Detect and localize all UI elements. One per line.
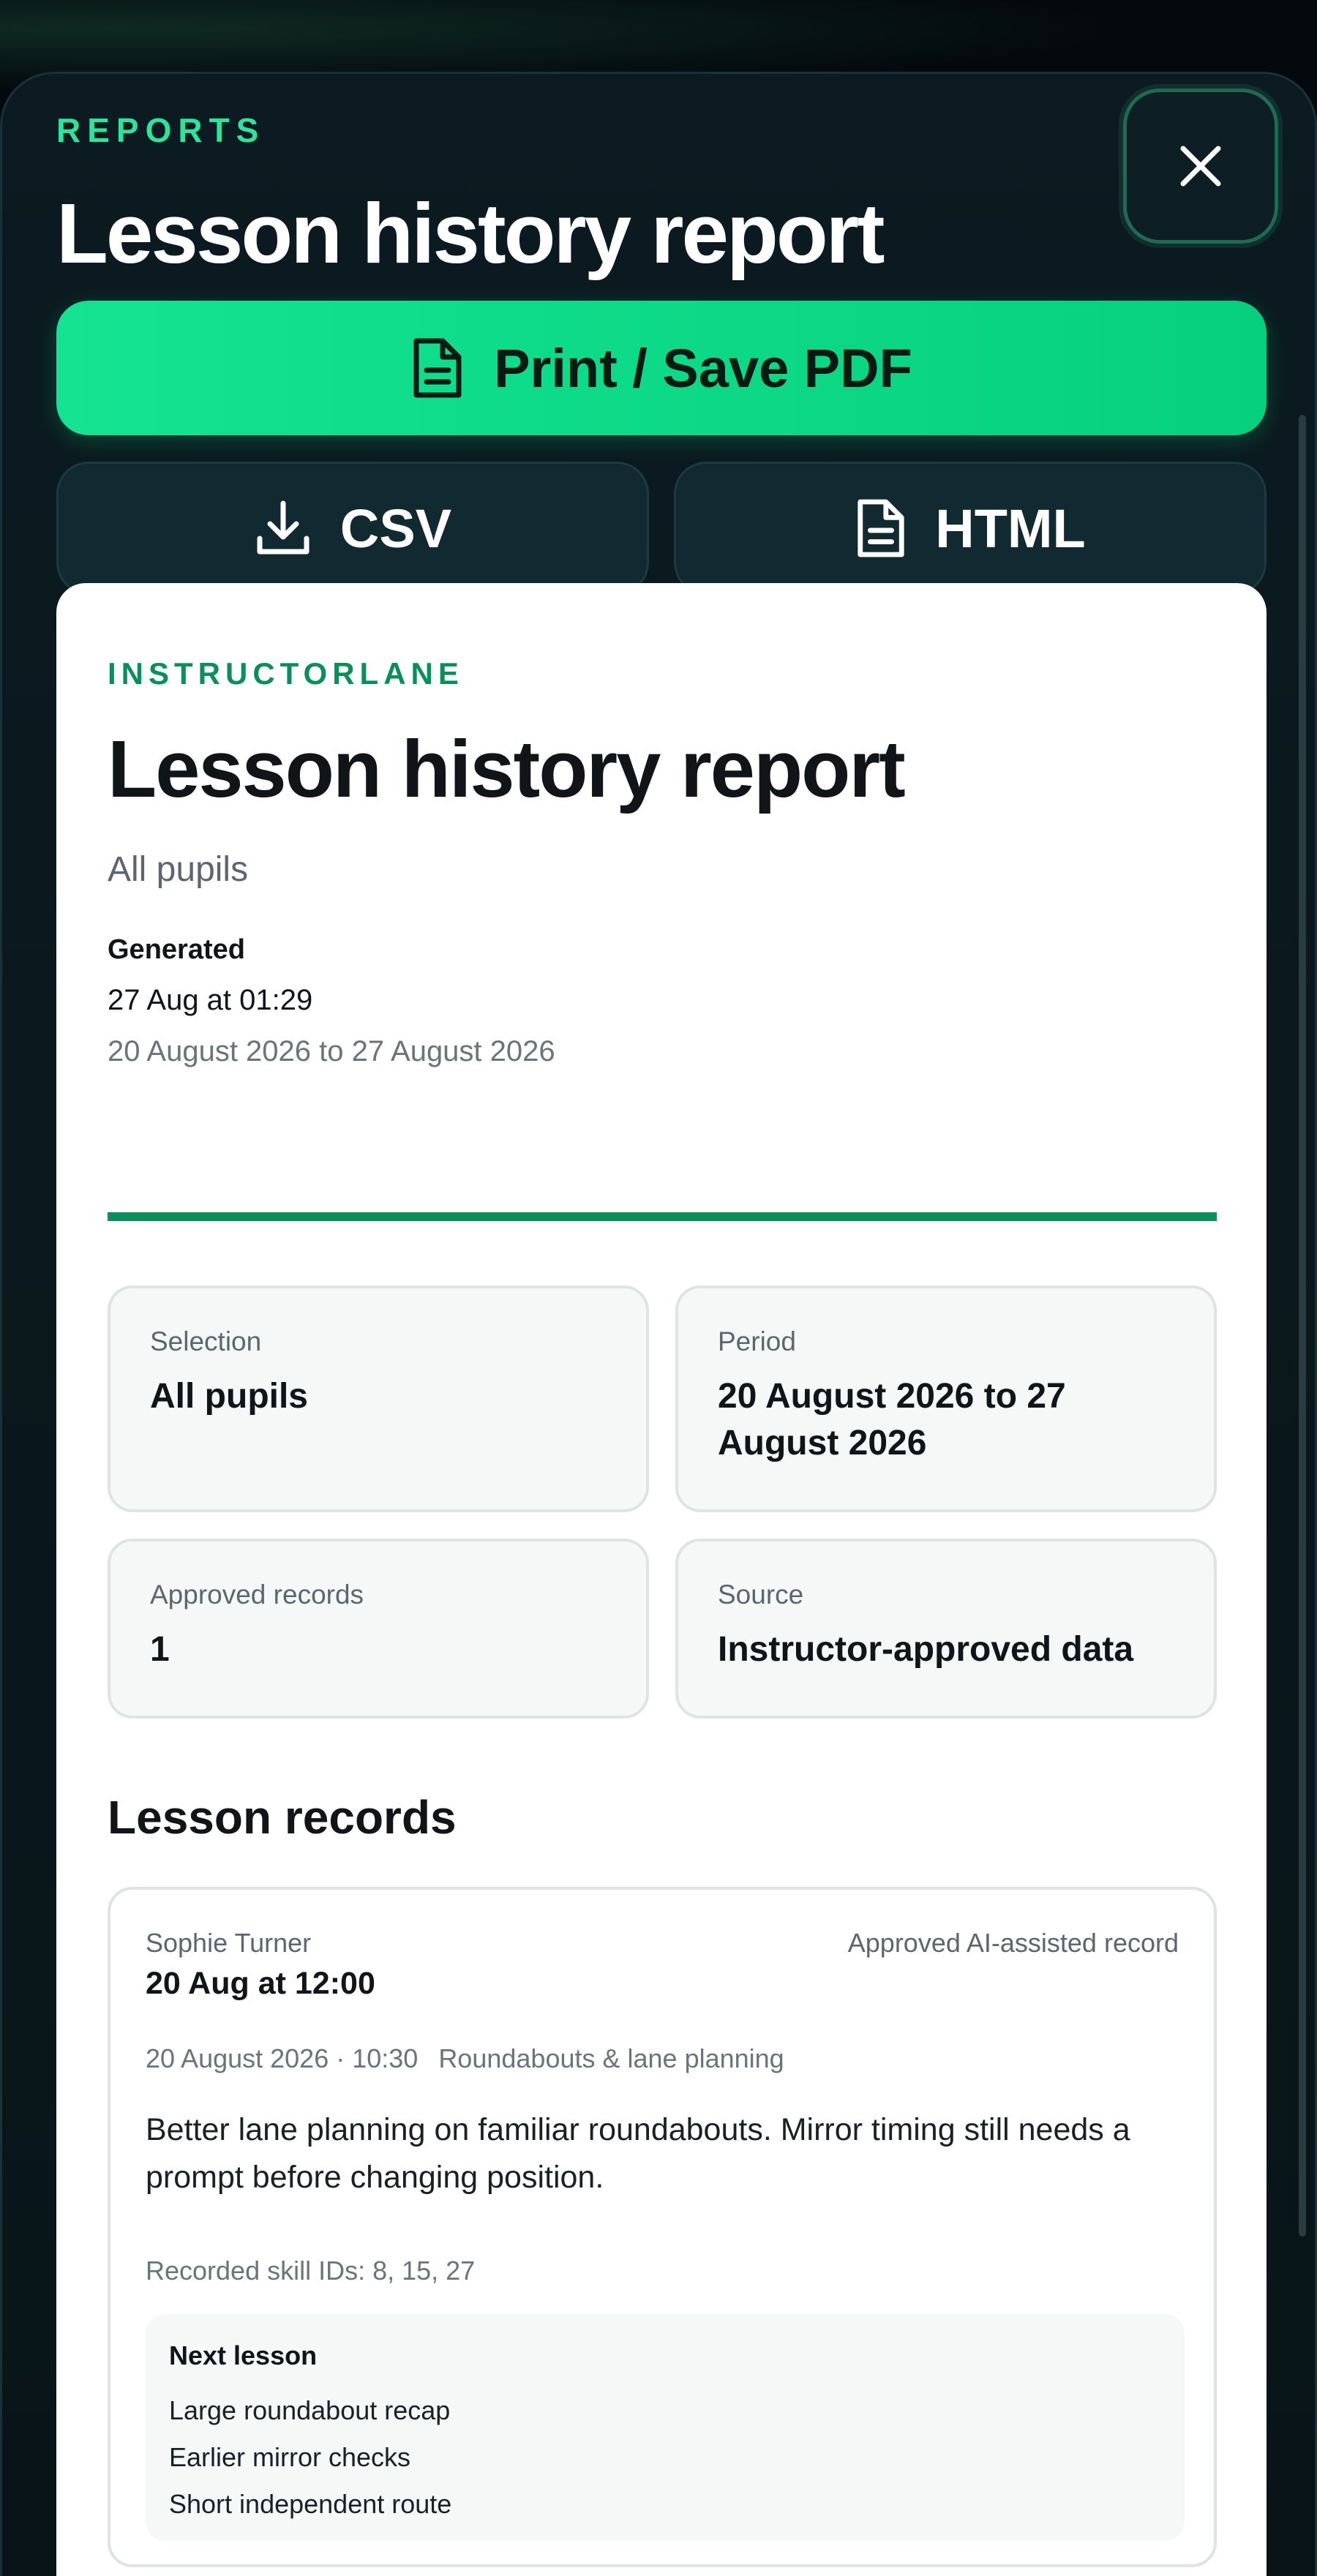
csv-button-label: CSV	[339, 497, 452, 559]
generated-time: 27 Aug at 01:29	[108, 984, 313, 1016]
record-skill-ids: Recorded skill IDs: 8, 15, 27	[146, 2256, 476, 2286]
report-subtitle: All pupils	[108, 850, 249, 889]
record-notes: Better lane planning on familiar roundab…	[146, 2112, 1130, 2195]
print-save-pdf-button[interactable]: Print / Save PDF	[56, 301, 1267, 435]
next-lesson-label: Next lesson	[169, 2340, 318, 2370]
scrollbar[interactable]	[1299, 415, 1306, 2237]
generated-label: Generated	[108, 934, 245, 965]
next-lesson-item: Large roundabout recap	[169, 2395, 451, 2425]
next-lesson-item: Earlier mirror checks	[169, 2442, 411, 2472]
summary-card-value: 1	[150, 1630, 170, 1669]
summary-card-value: 20 August 2026 to 27 August 2026	[718, 1377, 1066, 1463]
summary-card-approved-records: Approved records 1	[108, 1539, 649, 1719]
record-pupil-name: Sophie Turner	[146, 1928, 312, 1958]
divider	[108, 1212, 1217, 1221]
summary-card-value: All pupils	[150, 1377, 308, 1416]
report-sheet: REPORTS Lesson history report Print / Sa…	[0, 72, 1317, 2576]
summary-card-value: Instructor-approved data	[718, 1630, 1134, 1669]
document-icon	[858, 499, 904, 557]
next-lesson-box: Next lesson Large roundabout recap Earli…	[146, 2314, 1185, 2541]
close-icon	[1180, 146, 1221, 187]
record-topic: Roundabouts & lane planning	[438, 2043, 784, 2073]
summary-card-selection: Selection All pupils	[108, 1285, 649, 1512]
sheet-title: Lesson history report	[56, 186, 885, 281]
html-export-button[interactable]: HTML	[674, 462, 1267, 595]
report-title: Lesson history report	[108, 724, 906, 814]
brand-name: INSTRUCTORLANE	[108, 656, 464, 691]
document-icon	[413, 338, 462, 398]
report-preview: INSTRUCTORLANE Lesson history report All…	[56, 583, 1267, 2576]
next-lesson-item: Short independent route	[169, 2489, 452, 2519]
report-range: 20 August 2026 to 27 August 2026	[108, 1035, 555, 1067]
close-button[interactable]	[1123, 89, 1278, 244]
lesson-record-card: Sophie Turner 20 Aug at 12:00 Approved A…	[108, 1887, 1217, 2567]
summary-card-key: Source	[718, 1580, 804, 1610]
summary-card-key: Approved records	[150, 1580, 364, 1610]
download-icon	[257, 500, 309, 555]
sheet-eyebrow: REPORTS	[56, 111, 266, 149]
lesson-records-heading: Lesson records	[108, 1791, 457, 1844]
html-button-label: HTML	[935, 497, 1086, 559]
print-button-label: Print / Save PDF	[494, 337, 912, 399]
summary-card-key: Period	[718, 1326, 796, 1356]
record-status: Approved AI-assisted record	[847, 1928, 1179, 1958]
record-meta-date: 20 August 2026 · 10:30	[146, 2043, 419, 2073]
summary-card-key: Selection	[150, 1326, 262, 1356]
next-lesson-list: Large roundabout recap Earlier mirror ch…	[169, 2387, 1161, 2528]
summary-card-source: Source Instructor-approved data	[675, 1539, 1217, 1719]
record-meta: 20 August 2026 · 10:30 Roundabouts & lane…	[146, 2043, 784, 2074]
record-date: 20 Aug at 12:00	[146, 1966, 375, 2001]
csv-export-button[interactable]: CSV	[56, 462, 649, 595]
summary-card-period: Period 20 August 2026 to 27 August 2026	[675, 1285, 1217, 1512]
